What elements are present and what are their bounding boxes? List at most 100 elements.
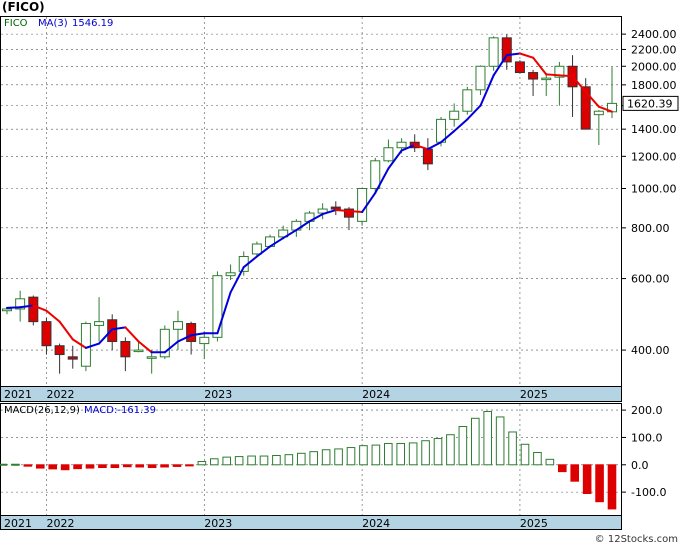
macd-bar	[359, 445, 368, 466]
candle-body	[133, 349, 144, 353]
macd-bar	[396, 442, 406, 466]
candle-body	[225, 272, 236, 277]
macd-bar	[35, 464, 45, 469]
price-tick-label: 600.00	[631, 273, 670, 286]
macd-bar	[209, 458, 219, 466]
macd-bar	[296, 452, 306, 466]
price-y-axis: 400.00 600.00 800.00 1000.00 1200.00 1400.00 1…	[621, 28, 677, 357]
macd-bar	[234, 456, 244, 466]
macd-bar	[73, 464, 82, 470]
ma-segment	[545, 73, 561, 77]
year-label: 2021	[4, 517, 32, 530]
macd-bar	[110, 464, 120, 469]
macd-bar	[346, 447, 356, 466]
legend-ma: MA(3)	[38, 18, 68, 29]
macd-bar	[383, 442, 393, 466]
credit-text: © 12Stocks.com	[595, 534, 678, 545]
macd-bar	[545, 458, 555, 466]
macd-bar	[98, 464, 107, 469]
candle-body	[475, 65, 486, 91]
candle-body	[67, 356, 78, 360]
candle-body	[94, 321, 105, 326]
macd-bar	[433, 438, 443, 466]
candle-body	[541, 77, 552, 81]
macd-bar	[197, 461, 207, 466]
candle-body	[357, 187, 368, 222]
macd-tick-label: 200.0	[631, 404, 663, 417]
price-tick-label: 1800.00	[631, 79, 677, 92]
last-price-label: 1620.39	[627, 97, 673, 110]
price-tick-label: 1400.00	[631, 123, 677, 136]
candle-body	[199, 336, 210, 345]
candle-body	[172, 321, 183, 330]
macd-bar	[272, 454, 281, 466]
price-tick-label: 400.00	[631, 344, 670, 357]
candle-body	[120, 340, 131, 358]
macd-bar	[508, 431, 517, 466]
candle-body	[212, 275, 223, 338]
candle-body	[383, 147, 394, 162]
year-label: 2021	[4, 388, 32, 401]
candle-body	[146, 356, 157, 359]
macd-bar	[309, 451, 319, 466]
macd-bar	[533, 451, 542, 466]
year-label: 2025	[520, 388, 548, 401]
macd-bar	[147, 464, 157, 469]
candle-body	[449, 110, 460, 120]
macd-tick-label: -100.0	[631, 486, 666, 499]
year-label: 2025	[520, 517, 548, 530]
macd-bar	[570, 464, 580, 482]
macd-bar	[172, 464, 182, 467]
macd-tick-label: 0.0	[631, 459, 649, 472]
macd-bar	[582, 464, 592, 494]
year-label: 2022	[46, 517, 74, 530]
macd-bar	[595, 464, 604, 503]
macd-bar	[446, 434, 455, 466]
year-label: 2024	[362, 388, 390, 401]
ma-segment	[6, 306, 22, 309]
macd-bar	[48, 464, 58, 470]
macd-bar	[11, 463, 20, 466]
macd-bar	[557, 464, 567, 473]
candle-body	[514, 61, 525, 74]
candle-body	[422, 148, 433, 165]
fico-chart: 400.00 600.00 800.00 1000.00 1200.00 1400.00 1…	[0, 0, 679, 545]
ma-segment	[347, 210, 364, 214]
macd-tick-label: 100.0	[631, 431, 663, 444]
legend-series: FICO	[4, 18, 28, 29]
candle-body	[251, 243, 262, 255]
price-tick-label: 1200.00	[631, 150, 677, 163]
year-label: 2022	[46, 388, 74, 401]
macd-bar	[23, 464, 33, 467]
macd-bar	[520, 443, 530, 466]
price-tick-label: 800.00	[631, 222, 670, 235]
macd-bar	[495, 416, 505, 466]
candle-body	[370, 160, 381, 189]
macd-bar	[458, 426, 468, 466]
macd-bar	[259, 455, 269, 466]
macd-bar	[0, 463, 8, 466]
macd-bar	[321, 449, 331, 466]
macd-bar	[160, 464, 169, 468]
candle-body	[186, 323, 197, 342]
macd-bar	[470, 417, 480, 466]
year-label: 2023	[204, 388, 232, 401]
macd-bar	[284, 454, 294, 466]
macd-legend-value: MACD:-161.39	[84, 405, 156, 416]
macd-bar	[247, 455, 256, 466]
price-tick-label: 2200.00	[631, 43, 677, 56]
macd-bar	[408, 442, 418, 466]
legend-ma-value: 1546.19	[72, 18, 113, 29]
candle-body	[462, 89, 473, 112]
candle-body	[396, 141, 407, 149]
candle-body	[593, 110, 604, 116]
macd-bar	[607, 464, 617, 510]
macd-legend-label: MACD(26,12,9)	[4, 405, 80, 416]
candle-body	[330, 206, 341, 210]
chart-title: (FICO)	[2, 0, 45, 14]
macd-bar	[421, 440, 430, 466]
candle-body	[2, 308, 12, 312]
macd-bar	[85, 464, 95, 469]
macd-bar	[222, 456, 232, 466]
candle-body	[488, 37, 499, 67]
